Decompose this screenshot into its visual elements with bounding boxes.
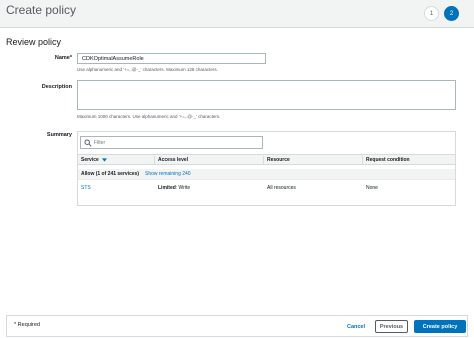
access-level-cell: Limited: Write <box>158 185 190 191</box>
request-condition-cell: None <box>366 185 378 191</box>
description-label: Description <box>41 84 72 90</box>
name-input[interactable] <box>77 53 266 64</box>
filter-input[interactable] <box>94 138 260 148</box>
service-link[interactable]: STS <box>81 185 91 191</box>
name-label: Name* <box>54 55 72 61</box>
allow-group-label: Allow (1 of 241 services) <box>81 171 140 177</box>
summary-label: Summary <box>46 132 72 138</box>
page-header: Create policy 1 2 <box>0 0 474 28</box>
column-header-request-condition[interactable]: Request condition <box>366 157 410 163</box>
search-icon <box>84 139 92 147</box>
previous-button[interactable]: Previous <box>375 320 408 333</box>
access-level-detail: : Write <box>175 185 191 191</box>
column-divider <box>362 156 363 164</box>
column-header-access-level[interactable]: Access level <box>158 157 188 163</box>
filter-box[interactable] <box>80 136 263 149</box>
summary-panel: Service Access level Resource Request co… <box>77 131 456 206</box>
step-2-indicator[interactable]: 2 <box>444 6 459 21</box>
resource-cell: All resources <box>267 185 296 191</box>
page-title: Create policy <box>6 3 77 17</box>
table-row: STS Limited: Write All resources None <box>78 182 455 194</box>
description-help-text: Maximum 1000 characters. Use alphanumeri… <box>77 114 221 119</box>
summary-table-header: Service Access level Resource Request co… <box>78 154 455 165</box>
column-divider <box>154 156 155 164</box>
access-level-value: Limited <box>158 185 176 191</box>
step-1-indicator[interactable]: 1 <box>424 6 439 21</box>
sort-down-icon <box>101 158 107 162</box>
column-header-service[interactable]: Service <box>81 157 107 163</box>
column-header-resource[interactable]: Resource <box>267 157 290 163</box>
cancel-button[interactable]: Cancel <box>345 320 367 333</box>
description-textarea[interactable] <box>77 80 456 110</box>
section-title: Review policy <box>6 37 62 47</box>
column-divider <box>263 156 264 164</box>
show-remaining-link[interactable]: Show remaining 240 <box>145 171 191 177</box>
footer-bar: * Required Cancel Previous Create policy <box>6 315 468 337</box>
required-note: * Required <box>14 322 40 328</box>
name-help-text: Use alphanumeric and '+=,.@-_' character… <box>77 67 218 72</box>
create-policy-button[interactable]: Create policy <box>414 320 466 333</box>
allow-group-row: Allow (1 of 241 services) Show remaining… <box>78 169 455 180</box>
